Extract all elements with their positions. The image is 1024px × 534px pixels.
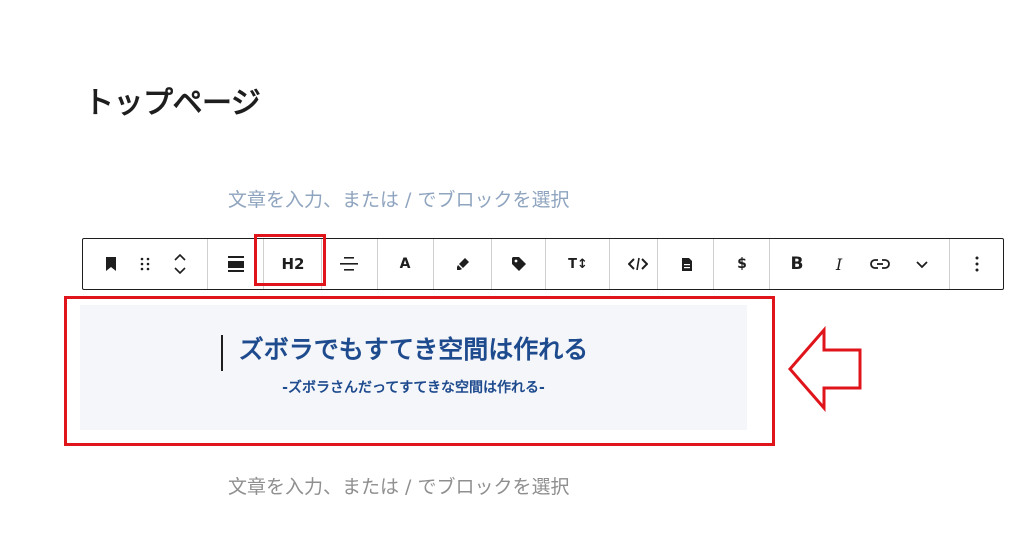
- left-arrow-icon: [786, 325, 866, 416]
- page-title[interactable]: トップページ: [84, 84, 261, 124]
- drag-handle-icon[interactable]: [131, 239, 159, 289]
- more-options-icon[interactable]: [961, 239, 993, 289]
- heading-level-button[interactable]: H2: [265, 239, 321, 289]
- align-icon[interactable]: [219, 239, 253, 289]
- chevron-down-icon[interactable]: [907, 239, 937, 289]
- document-icon[interactable]: [659, 239, 715, 289]
- italic-button[interactable]: I: [825, 239, 853, 289]
- heading-block[interactable]: ズボラでもすてき空間は作れる -ズボラさんだってすてきな空間は作れる-: [80, 305, 747, 430]
- text-align-icon[interactable]: [323, 239, 375, 289]
- bookmark-icon[interactable]: [97, 239, 125, 289]
- highlighter-icon[interactable]: [435, 239, 491, 289]
- text-cursor: [221, 335, 223, 371]
- paragraph-placeholder-top[interactable]: 文章を入力、または / でブロックを選択: [228, 187, 569, 213]
- font-size-button[interactable]: T↕: [547, 239, 609, 289]
- block-toolbar: H2 A T↕ $ B I: [82, 238, 1004, 290]
- currency-button[interactable]: $: [715, 239, 769, 289]
- text-color-button[interactable]: A: [379, 239, 431, 289]
- heading-sub-text[interactable]: -ズボラさんだってすてきな空間は作れる-: [80, 378, 747, 398]
- tag-icon[interactable]: [493, 239, 545, 289]
- heading-main-text[interactable]: ズボラでもすてき空間は作れる: [80, 333, 747, 367]
- link-icon[interactable]: [863, 239, 897, 289]
- editor-page: トップページ 文章を入力、または / でブロックを選択 H2 A T↕ $ B …: [0, 0, 1024, 534]
- paragraph-placeholder-bottom[interactable]: 文章を入力、または / でブロックを選択: [228, 474, 569, 500]
- move-up-down-icon[interactable]: [165, 239, 195, 289]
- bold-button[interactable]: B: [781, 239, 813, 289]
